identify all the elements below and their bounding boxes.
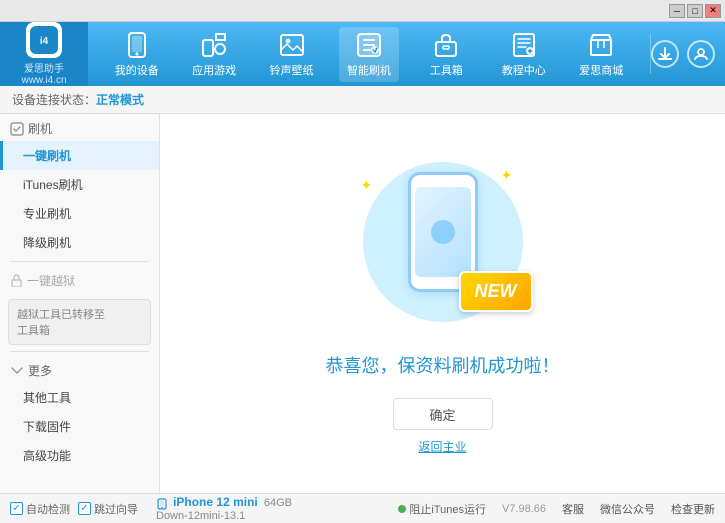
logo[interactable]: i4 爱思助手 www.i4.cn bbox=[0, 22, 88, 86]
device-model: Down-12mini-13.1 bbox=[156, 510, 245, 522]
guide-checkbox-box bbox=[78, 502, 91, 515]
device-info: iPhone 12 mini 64GB Down-12mini-13.1 bbox=[156, 495, 292, 521]
auto-detect-checkbox-box bbox=[10, 502, 23, 515]
sidebar-item-itunes-flash[interactable]: iTunes刷机 bbox=[0, 170, 159, 199]
nav-item-toolbox[interactable]: 工具箱 bbox=[416, 27, 476, 82]
bottom-right: 阻止iTunes运行 V7.98.66 客服 微信公众号 检查更新 bbox=[398, 501, 715, 517]
store-icon bbox=[586, 31, 616, 59]
minimize-button[interactable]: ─ bbox=[669, 4, 685, 18]
user-button[interactable] bbox=[687, 40, 715, 68]
sparkle-2: ✦ bbox=[501, 167, 513, 184]
sidebar-more-title: 更多 bbox=[0, 356, 159, 383]
status-label: 设备连接状态： bbox=[12, 91, 96, 108]
sparkle-1: ✦ bbox=[361, 177, 373, 194]
itunes-status: 阻止iTunes运行 bbox=[398, 501, 486, 517]
nav-label-wallpaper: 铃声壁纸 bbox=[270, 62, 314, 78]
logo-icon: i4 bbox=[26, 22, 62, 58]
auto-detect-label: 自动检测 bbox=[26, 501, 70, 517]
smart-flash-icon bbox=[354, 31, 384, 59]
success-text: 恭喜您，保资料刷机成功啦！ bbox=[326, 352, 560, 378]
nav-label-my-device: 我的设备 bbox=[115, 62, 159, 78]
new-badge: NEW bbox=[459, 271, 533, 312]
nav-label-apps-games: 应用游戏 bbox=[192, 62, 236, 78]
sidebar-divider-2 bbox=[10, 351, 149, 352]
sidebar-item-one-click-flash[interactable]: 一键刷机 bbox=[0, 141, 159, 170]
nav-label-tutorial: 教程中心 bbox=[502, 62, 546, 78]
phone-icon bbox=[122, 31, 152, 59]
svg-text:i4: i4 bbox=[40, 36, 49, 47]
sidebar-flash-title: 刷机 bbox=[0, 114, 159, 141]
top-nav: i4 爱思助手 www.i4.cn 我的设备 bbox=[0, 22, 725, 86]
nav-label-smart-flash: 智能刷机 bbox=[347, 62, 391, 78]
sidebar: 刷机 一键刷机 iTunes刷机 专业刷机 降级刷机 一键越狱 bbox=[0, 114, 160, 493]
title-bar: ─ □ ✕ bbox=[0, 0, 725, 22]
sidebar-item-downgrade-flash[interactable]: 降级刷机 bbox=[0, 228, 159, 257]
sidebar-divider-1 bbox=[10, 261, 149, 262]
nav-item-store[interactable]: 爱思商城 bbox=[571, 27, 631, 82]
nav-right bbox=[651, 40, 725, 68]
device-name: iPhone 12 mini bbox=[173, 495, 258, 509]
nav-item-tutorial[interactable]: 教程中心 bbox=[494, 27, 554, 82]
maximize-button[interactable]: □ bbox=[687, 4, 703, 18]
nav-label-toolbox: 工具箱 bbox=[430, 62, 463, 78]
nav-item-apps-games[interactable]: 应用游戏 bbox=[184, 27, 244, 82]
sidebar-item-advanced[interactable]: 高级功能 bbox=[0, 441, 159, 470]
sidebar-item-download-firmware[interactable]: 下载固件 bbox=[0, 412, 159, 441]
nav-item-my-device[interactable]: 我的设备 bbox=[107, 27, 167, 82]
toolbox-icon bbox=[431, 31, 461, 59]
itunes-dot bbox=[398, 505, 406, 513]
nav-item-smart-flash[interactable]: 智能刷机 bbox=[339, 27, 399, 82]
phone-screen bbox=[415, 187, 471, 277]
auto-detect-checkbox[interactable]: 自动检测 bbox=[10, 501, 70, 517]
nav-label-store: 爱思商城 bbox=[579, 62, 623, 78]
nav-item-wallpaper[interactable]: 铃声壁纸 bbox=[262, 27, 322, 82]
download-button[interactable] bbox=[651, 40, 679, 68]
wechat-link[interactable]: 微信公众号 bbox=[600, 501, 655, 517]
guide-checkbox[interactable]: 跳过向导 bbox=[78, 501, 138, 517]
logo-brand: 爱思助手 bbox=[24, 60, 64, 75]
sidebar-item-other-tools[interactable]: 其他工具 bbox=[0, 383, 159, 412]
wallpaper-icon bbox=[277, 31, 307, 59]
back-home-link[interactable]: 返回主业 bbox=[418, 438, 466, 455]
logo-url: www.i4.cn bbox=[21, 75, 66, 86]
bottom-left: 自动检测 跳过向导 iPhone 12 mini 64GB Down-12min… bbox=[10, 495, 398, 521]
content-wrapper: 刷机 一键刷机 iTunes刷机 专业刷机 降级刷机 一键越狱 bbox=[0, 114, 725, 493]
tutorial-icon bbox=[509, 31, 539, 59]
content-area: NEW ✦ ✦ 恭喜您，保资料刷机成功啦！ 确定 返回主业 bbox=[160, 114, 725, 493]
confirm-button[interactable]: 确定 bbox=[393, 398, 493, 430]
sidebar-item-pro-flash[interactable]: 专业刷机 bbox=[0, 199, 159, 228]
device-storage: 64GB bbox=[261, 497, 292, 509]
bottom-bar: 自动检测 跳过向导 iPhone 12 mini 64GB Down-12min… bbox=[0, 493, 725, 523]
status-value: 正常模式 bbox=[96, 91, 144, 108]
check-update-link[interactable]: 检查更新 bbox=[671, 501, 715, 517]
nav-items: 我的设备 应用游戏 铃声壁纸 bbox=[88, 27, 650, 82]
sidebar-jailbreak-title: 一键越狱 bbox=[0, 266, 159, 293]
version-text: V7.98.66 bbox=[502, 503, 546, 515]
apps-icon bbox=[199, 31, 229, 59]
support-link[interactable]: 客服 bbox=[562, 501, 584, 517]
status-bar: 设备连接状态： 正常模式 bbox=[0, 86, 725, 114]
sidebar-jailbreak-notice: 越狱工具已转移至工具箱 bbox=[8, 299, 151, 345]
main-wrapper: 刷机 一键刷机 iTunes刷机 专业刷机 降级刷机 一键越狱 bbox=[0, 114, 725, 493]
guide-label: 跳过向导 bbox=[94, 501, 138, 517]
phone-illustration: NEW ✦ ✦ bbox=[353, 152, 533, 332]
close-button[interactable]: ✕ bbox=[705, 4, 721, 18]
